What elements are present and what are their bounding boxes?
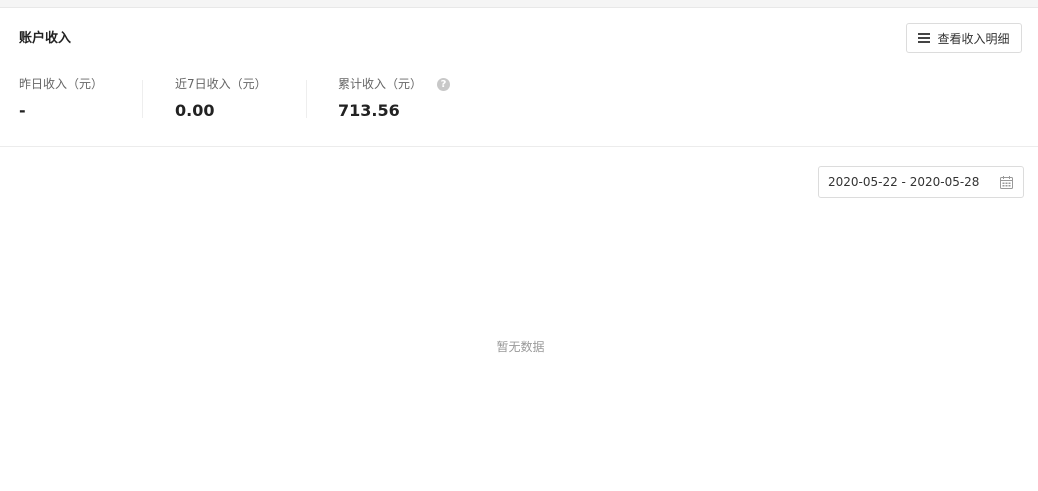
view-income-detail-label: 查看收入明细 — [937, 31, 1010, 46]
empty-state-text: 暂无数据 — [496, 340, 545, 354]
stat-yesterday: 昨日收入（元） - — [19, 75, 103, 121]
stat-yesterday-value: - — [19, 101, 26, 120]
income-page: 账户收入 查看收入明细 昨日收入（元） - 近7日收入（元） 0.00 累计收入… — [0, 0, 1038, 491]
view-income-detail-button[interactable]: 查看收入明细 — [906, 23, 1022, 53]
top-strip — [0, 0, 1038, 8]
card-title: 账户收入 — [19, 31, 72, 46]
stat-total-label-row: 累计收入（元） ? — [338, 75, 451, 93]
stat-total-label: 累计收入（元） — [338, 77, 423, 91]
stat-yesterday-label: 昨日收入（元） — [19, 77, 104, 91]
stat-last-7-days-label: 近7日收入（元） — [175, 77, 267, 91]
stat-total: 累计收入（元） ? 713.56 — [338, 75, 451, 121]
date-range-value: 2020-05-22 - 2020-05-28 — [828, 175, 980, 189]
list-icon — [918, 33, 931, 43]
section-divider — [0, 146, 1038, 147]
stat-last-7-days-value: 0.00 — [175, 101, 215, 120]
stat-divider — [142, 80, 143, 118]
date-range-picker[interactable]: 2020-05-22 - 2020-05-28 — [818, 166, 1024, 198]
calendar-icon — [1000, 175, 1013, 189]
stat-divider — [306, 80, 307, 118]
help-icon[interactable]: ? — [437, 77, 451, 91]
stat-total-value: 713.56 — [338, 101, 400, 120]
stat-last-7-days: 近7日收入（元） 0.00 — [175, 75, 267, 121]
